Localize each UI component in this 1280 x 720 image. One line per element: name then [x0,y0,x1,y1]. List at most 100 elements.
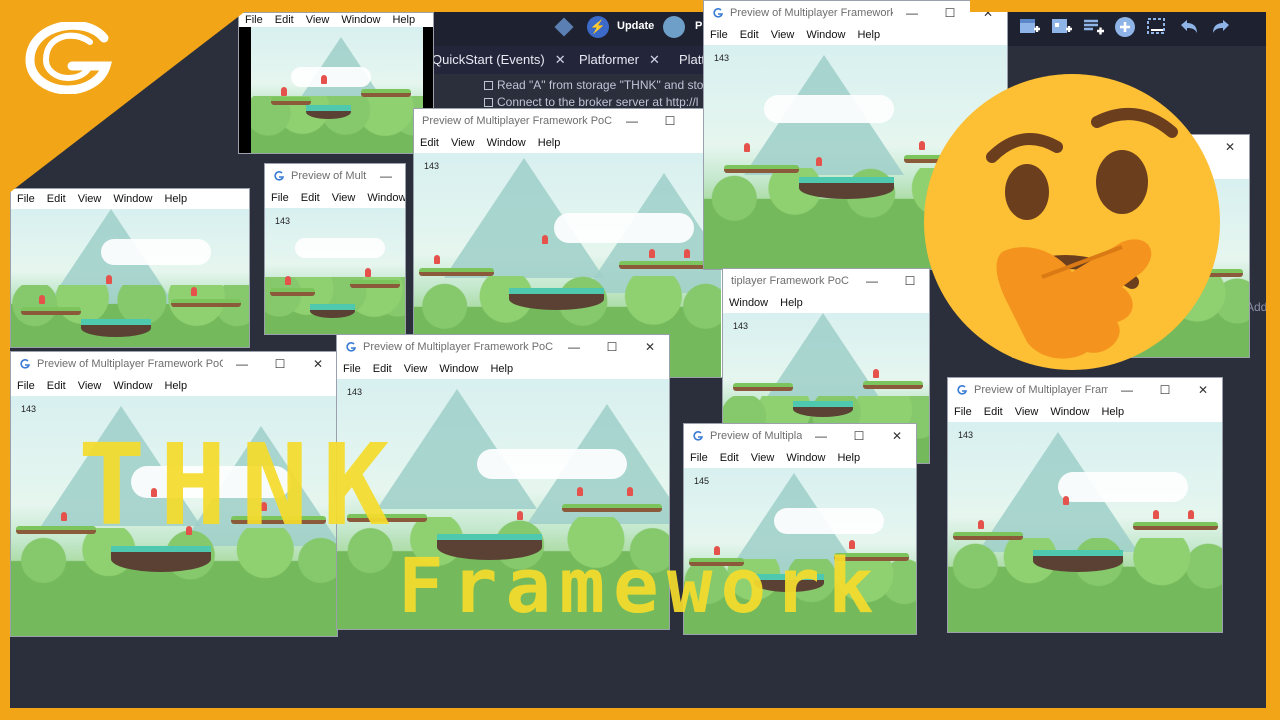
game-canvas[interactable] [11,209,249,347]
editor-toolbar [1016,14,1234,42]
close-button[interactable]: ✕ [631,340,669,354]
menu-view[interactable]: View [751,452,775,464]
menu-file[interactable]: File [271,192,289,204]
menu-view[interactable]: View [404,363,428,375]
minimize-button[interactable]: — [893,6,931,20]
menu-help[interactable]: Help [392,14,415,26]
checkbox[interactable] [484,81,493,90]
menu-edit[interactable]: Edit [47,380,66,392]
player-character [106,275,112,284]
minimize-button[interactable]: — [802,429,840,443]
menu-window[interactable]: Window [487,137,526,149]
menu-help[interactable]: Help [857,29,880,41]
preview-label[interactable]: P [695,20,702,32]
minimize-button[interactable]: — [555,340,593,354]
maximize-button[interactable]: ☐ [840,429,878,443]
menu-help[interactable]: Help [164,380,187,392]
tab-platformer[interactable]: Platformer ✕ [579,52,660,72]
menu-edit[interactable]: Edit [984,406,1003,418]
window-titlebar[interactable]: Preview of Multipla... — ☐ ✕ [684,424,916,448]
menu-window[interactable]: Window [806,29,845,41]
globe-icon[interactable] [663,16,685,38]
window-titlebar[interactable]: Preview of Multiplayer Framework PoC — ☐… [11,352,337,376]
checkbox[interactable] [484,98,493,107]
preview-window[interactable]: File Edit View Window Help [10,188,250,348]
menu-help[interactable]: Help [1101,406,1124,418]
maximize-button[interactable]: ☐ [1146,383,1184,397]
minimize-button[interactable]: — [367,169,405,183]
lightning-icon[interactable]: ⚡ [587,16,609,38]
fps-counter: 143 [958,430,974,440]
menu-window[interactable]: Window [367,192,405,204]
menu-view[interactable]: View [78,380,102,392]
preview-window[interactable]: File Edit View Window Help [238,12,434,154]
event-action[interactable]: Read "A" from storage "THNK" and stor [484,78,707,92]
menu-file[interactable]: File [690,452,708,464]
menu-edit[interactable]: Edit [420,137,439,149]
redo-icon[interactable] [1208,14,1234,40]
menu-window[interactable]: Window [1050,406,1089,418]
menu-edit[interactable]: Edit [373,363,392,375]
close-button[interactable]: ✕ [878,429,916,443]
preview-window[interactable]: Preview of Multiplayer Fram... — ☐ ✕ Fil… [947,377,1223,633]
minimize-button[interactable]: — [223,357,261,371]
tab-platt[interactable]: Platt [679,52,705,72]
maximize-button[interactable]: ☐ [931,6,969,20]
layout-icon[interactable] [1144,14,1170,40]
menu-file[interactable]: File [17,380,35,392]
menu-help[interactable]: Help [837,452,860,464]
menu-window[interactable]: Window [729,297,768,309]
minimize-button[interactable]: — [853,274,891,288]
tab-quickstart[interactable]: QuickStart (Events) ✕ [432,52,566,72]
window-titlebar[interactable]: Preview of Multiplayer Framework ... — ☐… [704,1,1007,25]
add-scene-icon[interactable] [1016,14,1042,40]
window-titlebar[interactable]: Preview of Multiplayer Fram... — ☐ ✕ [948,378,1222,402]
menu-window[interactable]: Window [786,452,825,464]
close-icon[interactable]: ✕ [649,52,660,67]
menu-help[interactable]: Help [538,137,561,149]
menu-edit[interactable]: Edit [740,29,759,41]
menu-window[interactable]: Window [113,380,152,392]
thumbnail-stage: ⚡ Update P QuickStart (Events) ✕ Platform… [0,0,1280,720]
menu-help[interactable]: Help [490,363,513,375]
menu-edit[interactable]: Edit [275,14,294,26]
menu-view[interactable]: View [451,137,475,149]
minimize-button[interactable]: — [1108,383,1146,397]
undo-icon[interactable] [1176,14,1202,40]
platform [270,288,315,296]
game-canvas[interactable]: 143 [265,208,405,334]
menu-edit[interactable]: Edit [720,452,739,464]
menu-window[interactable]: Window [341,14,380,26]
menu-view[interactable]: View [1015,406,1039,418]
maximize-button[interactable]: ☐ [593,340,631,354]
menu-file[interactable]: File [343,363,361,375]
menu-edit[interactable]: Edit [301,192,320,204]
add-circle-icon[interactable] [1112,14,1138,40]
preview-window[interactable]: Preview of Multi... — File Edit View Window… [264,163,406,335]
close-button[interactable]: ✕ [299,357,337,371]
close-icon[interactable]: ✕ [555,52,566,67]
cloud [1058,472,1188,502]
maximize-button[interactable]: ☐ [261,357,299,371]
menu-view[interactable]: View [771,29,795,41]
add-event-icon[interactable] [1080,14,1106,40]
menu-view[interactable]: View [332,192,356,204]
menu-file[interactable]: File [954,406,972,418]
event-action[interactable]: Connect to the broker server at http://l [484,95,698,109]
menu-window[interactable]: Window [439,363,478,375]
add-object-icon[interactable] [1048,14,1074,40]
window-titlebar[interactable]: Preview of Multiplayer Framework PoC — ☐… [337,335,669,359]
menu-help[interactable]: Help [780,297,803,309]
game-canvas[interactable] [251,27,423,153]
window-titlebar[interactable]: Preview of Multi... — [265,164,405,188]
window-titlebar[interactable]: tiplayer Framework PoC — ☐ [723,269,929,293]
fps-counter: 145 [694,476,710,486]
minimize-button[interactable]: — [613,114,651,128]
maximize-button[interactable]: ☐ [651,114,689,128]
menu-view[interactable]: View [306,14,330,26]
update-button[interactable]: Update [617,20,654,32]
close-button[interactable]: ✕ [1184,383,1222,397]
menu-file[interactable]: File [710,29,728,41]
window-titlebar[interactable]: Preview of Multiplayer Framework PoC — ☐… [414,109,727,133]
game-canvas[interactable]: 143 [948,422,1222,632]
